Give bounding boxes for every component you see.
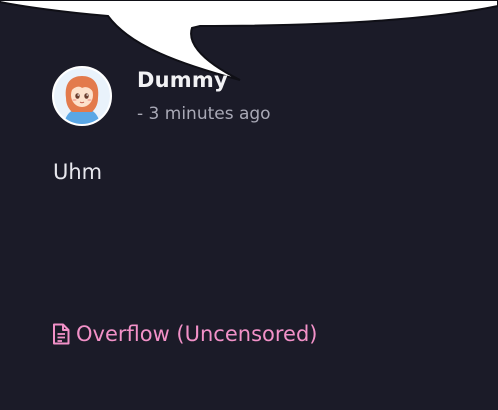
post-card: Dummy - 3 minutes ago Uhm Overflow (Unce… [0,0,498,410]
post-message: Uhm [53,160,103,184]
overflow-tag-label: Overflow (Uncensored) [76,322,318,346]
overflow-tag-link[interactable]: Overflow (Uncensored) [52,322,318,346]
post-timestamp: - 3 minutes ago [137,104,271,124]
post-username[interactable]: Dummy [137,68,228,92]
document-icon [53,323,70,345]
anime-girl-avatar-icon [54,68,110,124]
user-avatar[interactable] [52,66,112,126]
